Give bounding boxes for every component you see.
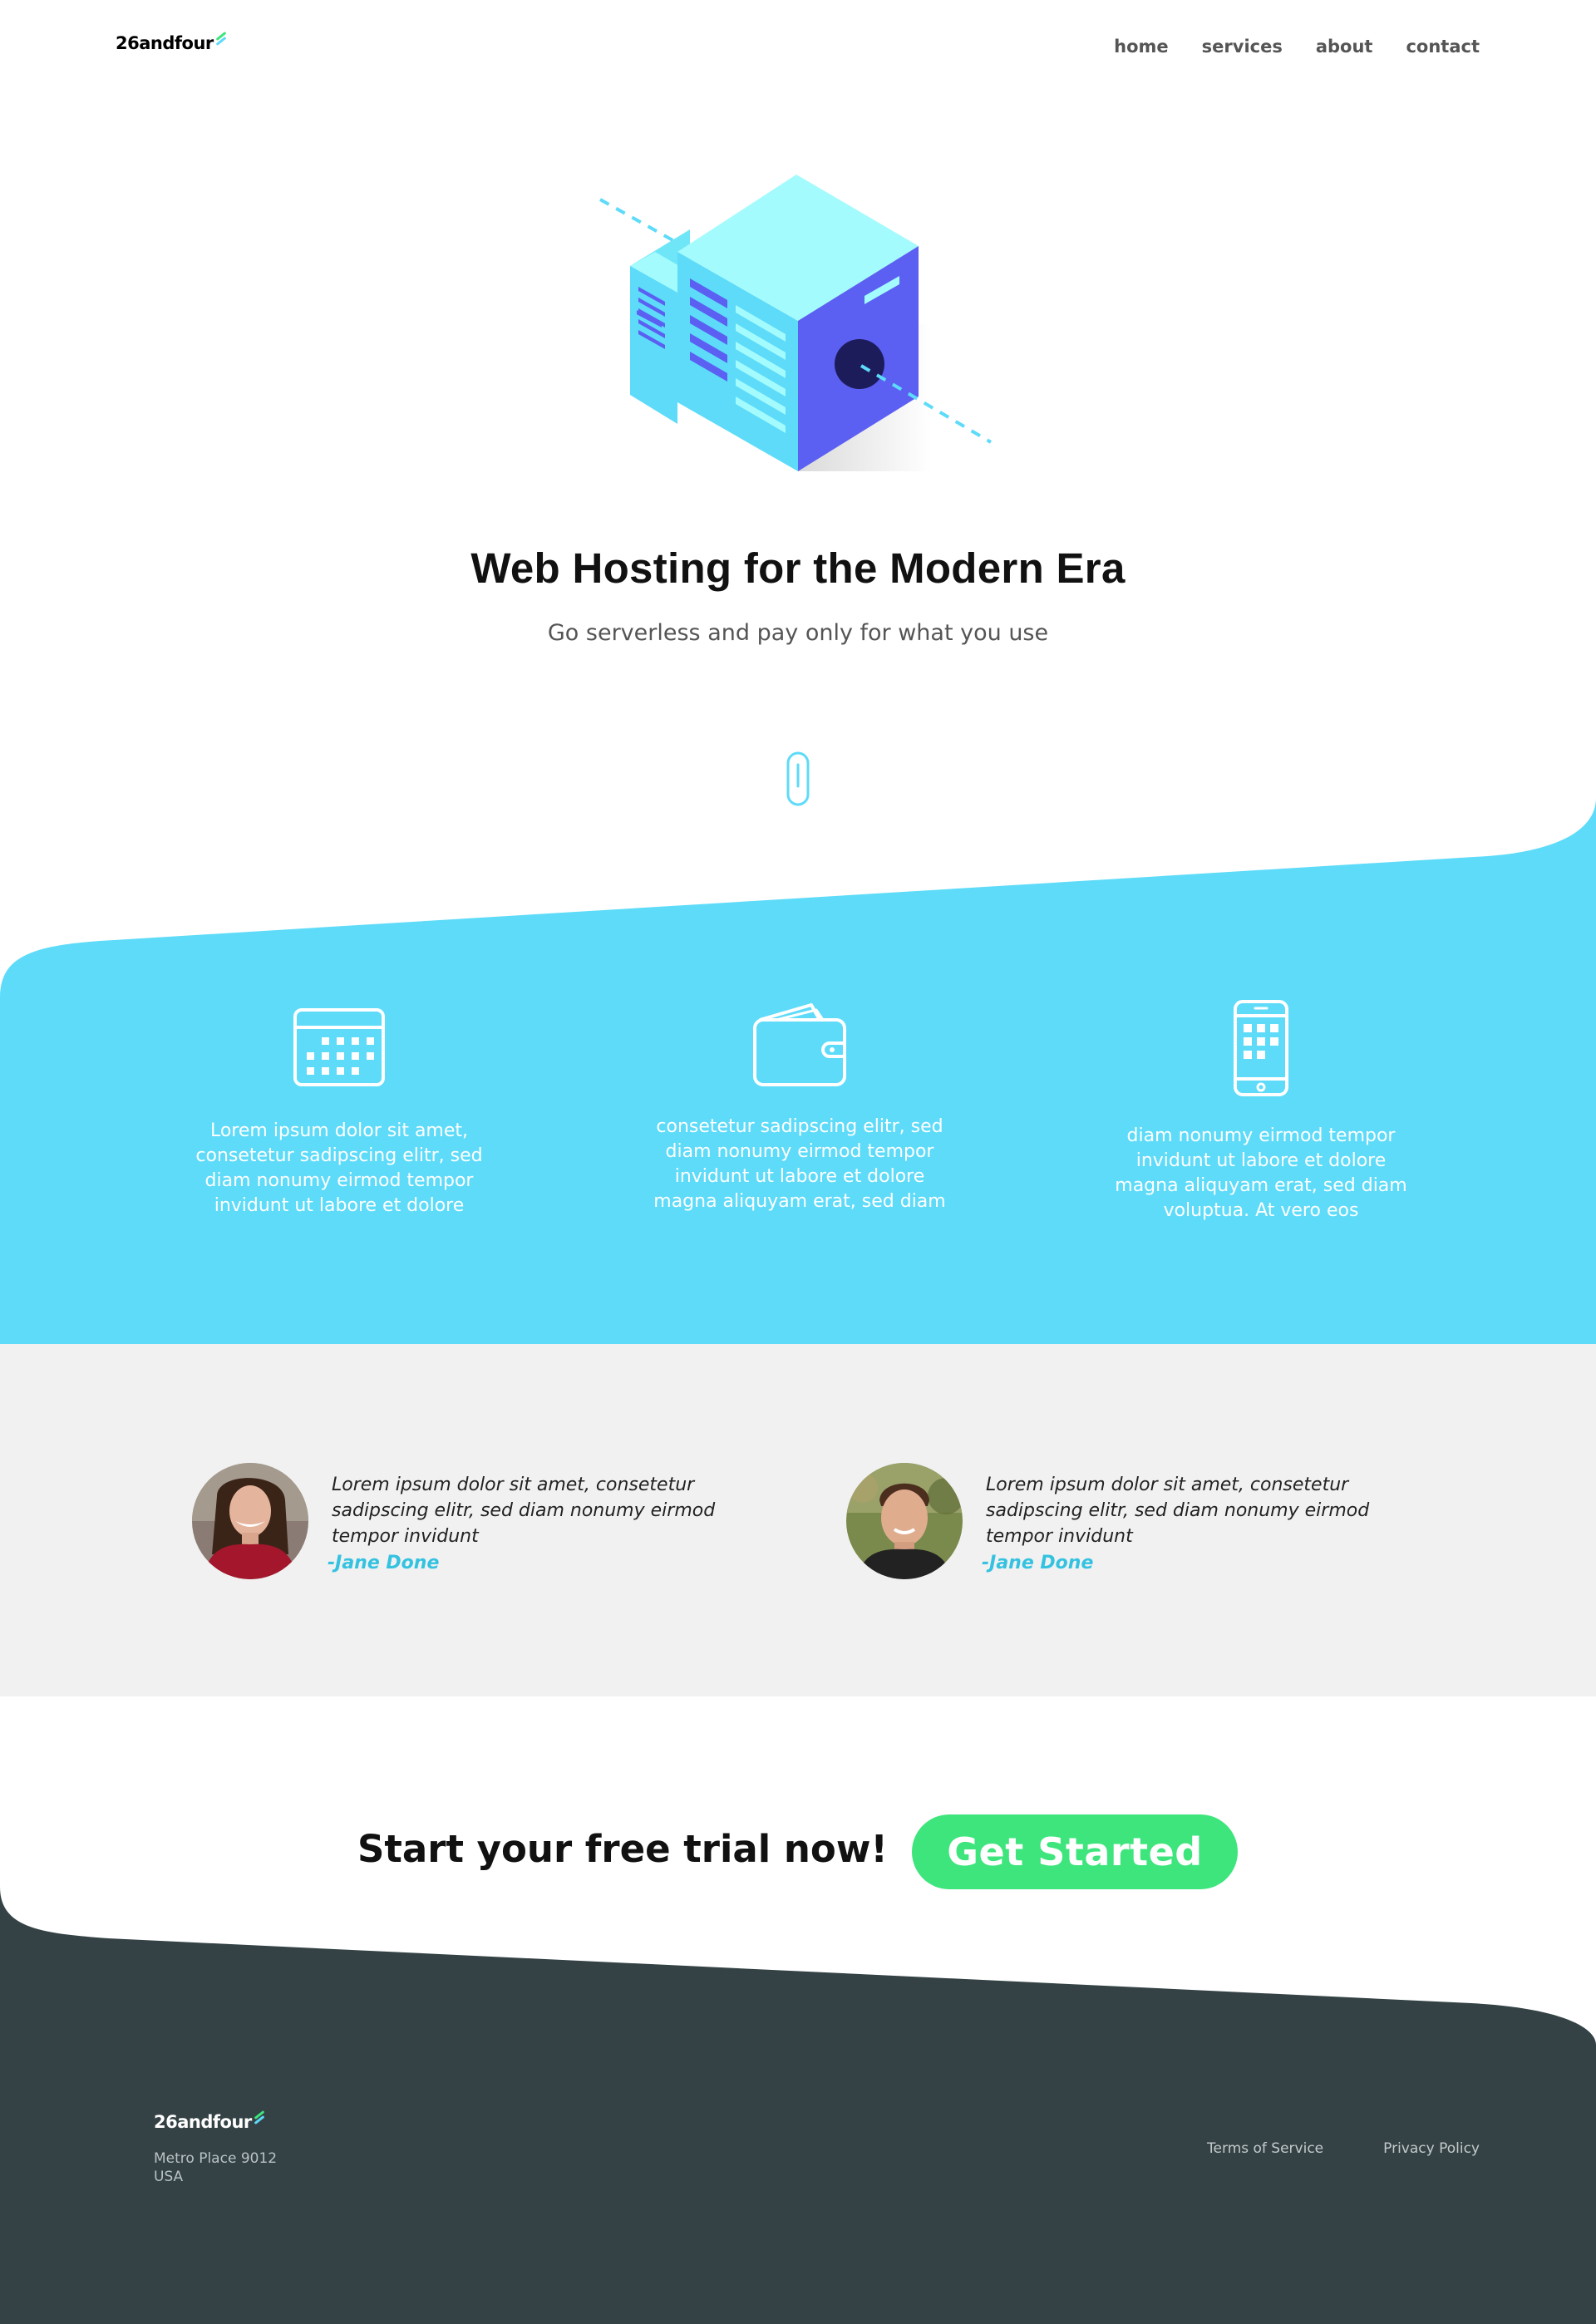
testimonial-quote-block: Lorem ipsum dolor sit amet, consetetur s… xyxy=(328,1472,747,1573)
calendar-icon xyxy=(293,1008,385,1086)
woman-portrait-image xyxy=(192,1463,308,1579)
avatar xyxy=(192,1463,308,1579)
feature-text-2: consetetur sadipscing elitr, sed diam no… xyxy=(653,1116,946,1212)
address-line-1: Metro Place 9012 xyxy=(154,2150,278,2167)
logo-mark-icon xyxy=(214,30,229,48)
get-started-button[interactable]: Get Started xyxy=(912,1814,1238,1889)
wallet-icon xyxy=(753,1003,846,1086)
testimonial-author: -Jane Done xyxy=(328,1553,440,1573)
logo-text: 26andfour xyxy=(116,33,214,53)
feature-card-2: consetetur sadipscing elitr, sed diam no… xyxy=(642,1002,958,1214)
testimonials-section: Lorem ipsum dolor sit amet, consetetur s… xyxy=(0,1344,1596,1696)
nav-link-home[interactable]: home xyxy=(1114,37,1169,57)
feature-card-1: Lorem ipsum dolor sit amet, consetetur s… xyxy=(181,1007,497,1219)
logo-mark-icon xyxy=(252,2109,267,2127)
nav-link-services[interactable]: services xyxy=(1202,37,1283,57)
avatar xyxy=(846,1463,963,1579)
nav-link-about[interactable]: about xyxy=(1316,37,1373,57)
testimonial-quote: Lorem ipsum dolor sit amet, consetetur s… xyxy=(986,1475,1370,1547)
man-portrait-image xyxy=(846,1463,963,1579)
hero-title: Web Hosting for the Modern Era xyxy=(470,544,1126,592)
site-logo[interactable]: 26andfour xyxy=(116,30,229,53)
feature-text-1: Lorem ipsum dolor sit amet, consetetur s… xyxy=(195,1120,483,1216)
testimonial-quote: Lorem ipsum dolor sit amet, consetetur s… xyxy=(332,1475,716,1547)
feature-text-3: diam nonumy eirmod tempor invidunt ut la… xyxy=(1115,1125,1407,1221)
smartphone-icon xyxy=(1234,1000,1288,1096)
testimonial-quote-block: Lorem ipsum dolor sit amet, consetetur s… xyxy=(982,1472,1401,1573)
nav-link-contact[interactable]: contact xyxy=(1406,37,1480,57)
footer-background xyxy=(0,1887,1596,2324)
address-line-2: USA xyxy=(154,2169,184,2185)
logo-text: 26andfour xyxy=(154,2112,252,2132)
cta-heading: Start your free trial now! xyxy=(357,1827,888,1871)
feature-card-3: diam nonumy eirmod tempor invidunt ut la… xyxy=(1103,999,1419,1224)
hero-subtitle: Go serverless and pay only for what you … xyxy=(547,620,1049,646)
main-nav: home services about contact xyxy=(1114,37,1480,57)
footer-logo[interactable]: 26andfour xyxy=(154,2109,267,2132)
footer-address: Metro Place 9012 USA xyxy=(154,2149,277,2186)
terms-of-service-link[interactable]: Terms of Service xyxy=(1207,2140,1323,2157)
privacy-policy-link[interactable]: Privacy Policy xyxy=(1383,2140,1480,2157)
testimonial-author: -Jane Done xyxy=(982,1553,1094,1573)
footer-links: Terms of Service Privacy Policy xyxy=(1207,2140,1480,2157)
testimonial-2: Lorem ipsum dolor sit amet, consetetur s… xyxy=(846,1463,1401,1579)
server-building-illustration xyxy=(599,175,993,471)
testimonial-1: Lorem ipsum dolor sit amet, consetetur s… xyxy=(192,1463,747,1579)
